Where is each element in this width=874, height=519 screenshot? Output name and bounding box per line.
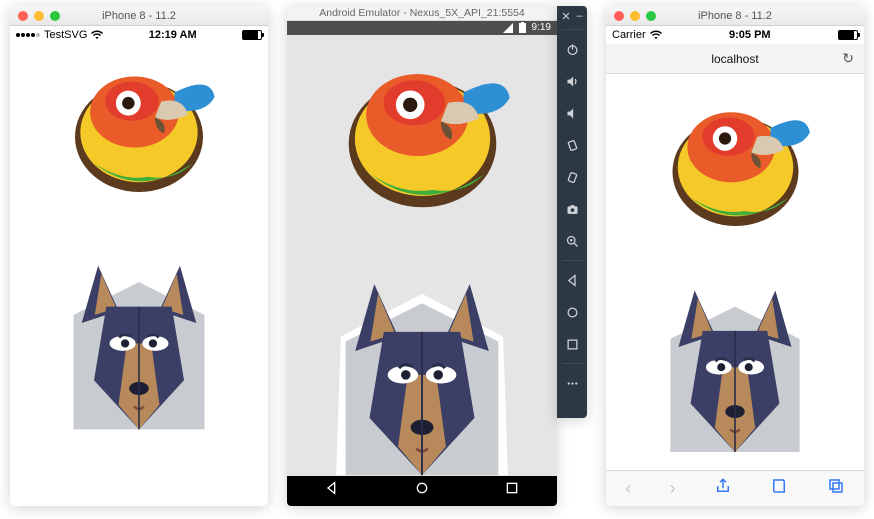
tabs-button[interactable] [827,477,845,500]
overview-button[interactable] [504,480,520,501]
rotate-right-button[interactable] [557,162,587,192]
android-emulator-window: Android Emulator - Nexus_5X_API_21:5554 … [287,6,557,506]
share-button[interactable] [714,477,732,500]
safari-toolbar: ‹ › [606,470,864,506]
minimize-icon[interactable] [630,11,640,21]
mac-titlebar[interactable]: iPhone 8 - 11.2 [606,6,864,26]
app-name: TestSVG [44,29,87,41]
zoom-icon[interactable] [50,11,60,21]
separator [562,260,583,261]
mac-titlebar[interactable]: iPhone 8 - 11.2 [10,6,268,26]
signal-icon [16,33,40,37]
minimize-icon[interactable] [34,11,44,21]
android-emulator-group: Android Emulator - Nexus_5X_API_21:5554 … [287,6,587,506]
parrot-illustration [49,48,229,208]
reload-icon[interactable]: ↻ [842,50,854,67]
signal-icon [503,23,513,33]
battery-icon [519,22,526,33]
back-button[interactable] [324,480,340,501]
android-status-bar: 9:19 [287,21,557,35]
rotate-left-button[interactable] [557,130,587,160]
window-title[interactable]: Android Emulator - Nexus_5X_API_21:5554 [287,6,557,21]
separator [562,29,583,30]
wifi-icon [650,30,662,40]
parrot-illustration [317,41,527,226]
back-button[interactable]: ‹ [625,478,631,499]
doberman-illustration [317,226,527,476]
doberman-illustration [645,242,825,452]
parrot-illustration [645,84,825,242]
forward-button[interactable]: › [670,478,676,499]
app-content [287,35,557,476]
ios-simulator-window: iPhone 8 - 11.2 TestSVG 12:19 AM [10,6,268,506]
back-button[interactable] [557,265,587,295]
home-button[interactable] [557,297,587,327]
emulator-toolbar: ✕ – [557,6,587,418]
carrier-label: Carrier [612,29,646,41]
bookmarks-button[interactable] [770,477,788,500]
status-time: 9:19 [532,22,551,33]
home-button[interactable] [414,480,430,501]
volume-up-button[interactable] [557,66,587,96]
screenshot-button[interactable] [557,194,587,224]
doberman-illustration [49,208,229,438]
iphone-safari-window: iPhone 8 - 11.2 Carrier 9:05 PM localhos… [606,6,864,506]
zoom-icon[interactable] [646,11,656,21]
minimize-button[interactable]: – [577,10,583,23]
more-button[interactable] [557,368,587,398]
status-time: 12:19 AM [149,29,197,41]
status-time: 9:05 PM [729,29,771,41]
wifi-icon [91,30,103,40]
url-text: localhost [711,52,758,66]
volume-down-button[interactable] [557,98,587,128]
page-content [606,74,864,470]
app-content [10,44,268,506]
android-nav-bar [287,476,557,506]
url-bar[interactable]: localhost ↻ [606,44,864,74]
power-button[interactable] [557,34,587,64]
ios-status-bar: Carrier 9:05 PM [606,26,864,44]
battery-icon [838,30,858,40]
close-button[interactable]: ✕ [561,10,570,23]
ios-status-bar: TestSVG 12:19 AM [10,26,268,44]
separator [562,363,583,364]
overview-button[interactable] [557,329,587,359]
battery-icon [242,30,262,40]
zoom-button[interactable] [557,226,587,256]
close-icon[interactable] [18,11,28,21]
close-icon[interactable] [614,11,624,21]
